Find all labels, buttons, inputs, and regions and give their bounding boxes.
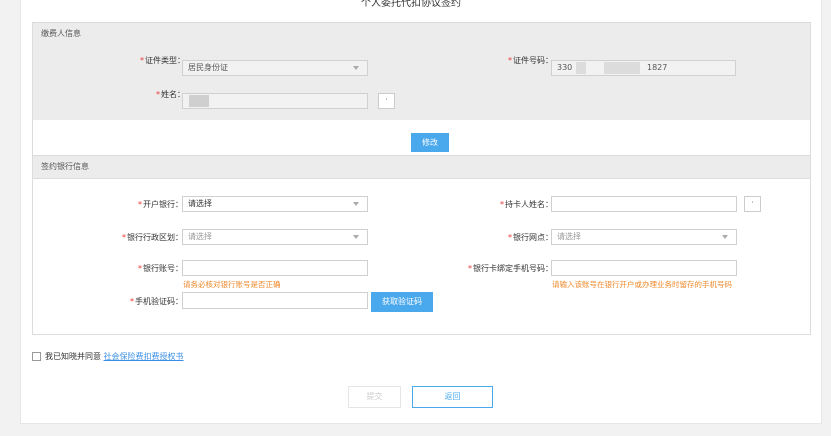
region-select-value: 请选择	[188, 232, 212, 241]
id-no-prefix: 330	[557, 63, 573, 72]
sms-code-field[interactable]	[182, 292, 368, 309]
id-no-suffix: 1827	[647, 63, 668, 72]
name-label: *姓名：	[156, 90, 185, 99]
holder-extra-button[interactable]: ·	[744, 196, 761, 212]
account-label: *银行账号：	[138, 264, 183, 273]
masked-block	[604, 62, 640, 74]
masked-block	[189, 95, 209, 107]
branch-label: *银行网点：	[508, 233, 553, 242]
agreement-text: 我已知晓并同意	[45, 352, 101, 361]
chevron-down-icon	[722, 235, 728, 239]
holder-field[interactable]	[551, 196, 737, 212]
name-field[interactable]	[182, 93, 368, 109]
bank-select-value: 请选择	[188, 199, 212, 208]
chevron-down-icon	[353, 235, 359, 239]
chevron-down-icon	[353, 66, 359, 70]
phone-label: *银行卡绑定手机号码：	[468, 264, 553, 273]
chevron-down-icon	[353, 202, 359, 206]
region-label: *银行行政区划：	[122, 233, 183, 242]
page-title: 个人委托代扣协议签约	[361, 0, 461, 9]
branch-select[interactable]: 请选择	[551, 229, 737, 245]
account-field[interactable]	[182, 260, 368, 276]
payer-section-header: 缴费人信息	[33, 23, 810, 46]
account-hint: 请务必核对银行账号是否正确	[183, 280, 281, 289]
agreement-link[interactable]: 社会保险费扣费授权书	[104, 352, 184, 361]
holder-label: *持卡人姓名：	[500, 200, 553, 209]
id-type-select[interactable]: 居民身份证	[182, 60, 368, 76]
agreement-checkbox[interactable]	[32, 352, 41, 361]
agreement-row: 我已知晓并同意 社会保险费扣费授权书	[32, 351, 184, 362]
id-type-label: *证件类型：	[140, 56, 185, 65]
payer-section-body: *证件类型： *证件号码： *姓名：	[33, 45, 810, 120]
id-no-field[interactable]: 330 1827	[551, 60, 736, 76]
modify-button[interactable]: 修改	[411, 133, 449, 152]
phone-field[interactable]	[551, 260, 737, 276]
bank-label: *开户银行：	[138, 200, 183, 209]
submit-button[interactable]: 提交	[348, 386, 401, 408]
payer-section: 缴费人信息 *证件类型： *证件号码： *姓名： 居民身份证 330 1827 …	[32, 22, 811, 156]
name-extra-button[interactable]: ·	[378, 93, 395, 109]
masked-block	[576, 62, 586, 74]
bank-select[interactable]: 请选择	[182, 196, 368, 212]
sms-label: *手机验证码：	[130, 297, 183, 306]
get-sms-code-button[interactable]: 获取验证码	[371, 292, 433, 312]
back-button[interactable]: 返回	[412, 386, 493, 408]
region-select[interactable]: 请选择	[182, 229, 368, 245]
id-type-value: 居民身份证	[188, 63, 228, 72]
branch-select-value: 请选择	[557, 232, 581, 241]
bank-section: 签约银行信息 *开户银行： 请选择 *持卡人姓名： · *银行行政区划： 请选择…	[32, 156, 811, 335]
id-no-label: *证件号码：	[508, 56, 553, 65]
bank-section-header: 签约银行信息	[33, 156, 810, 179]
phone-hint: 请输入该账号在银行开户或办理业务时留存的手机号码	[552, 280, 732, 289]
